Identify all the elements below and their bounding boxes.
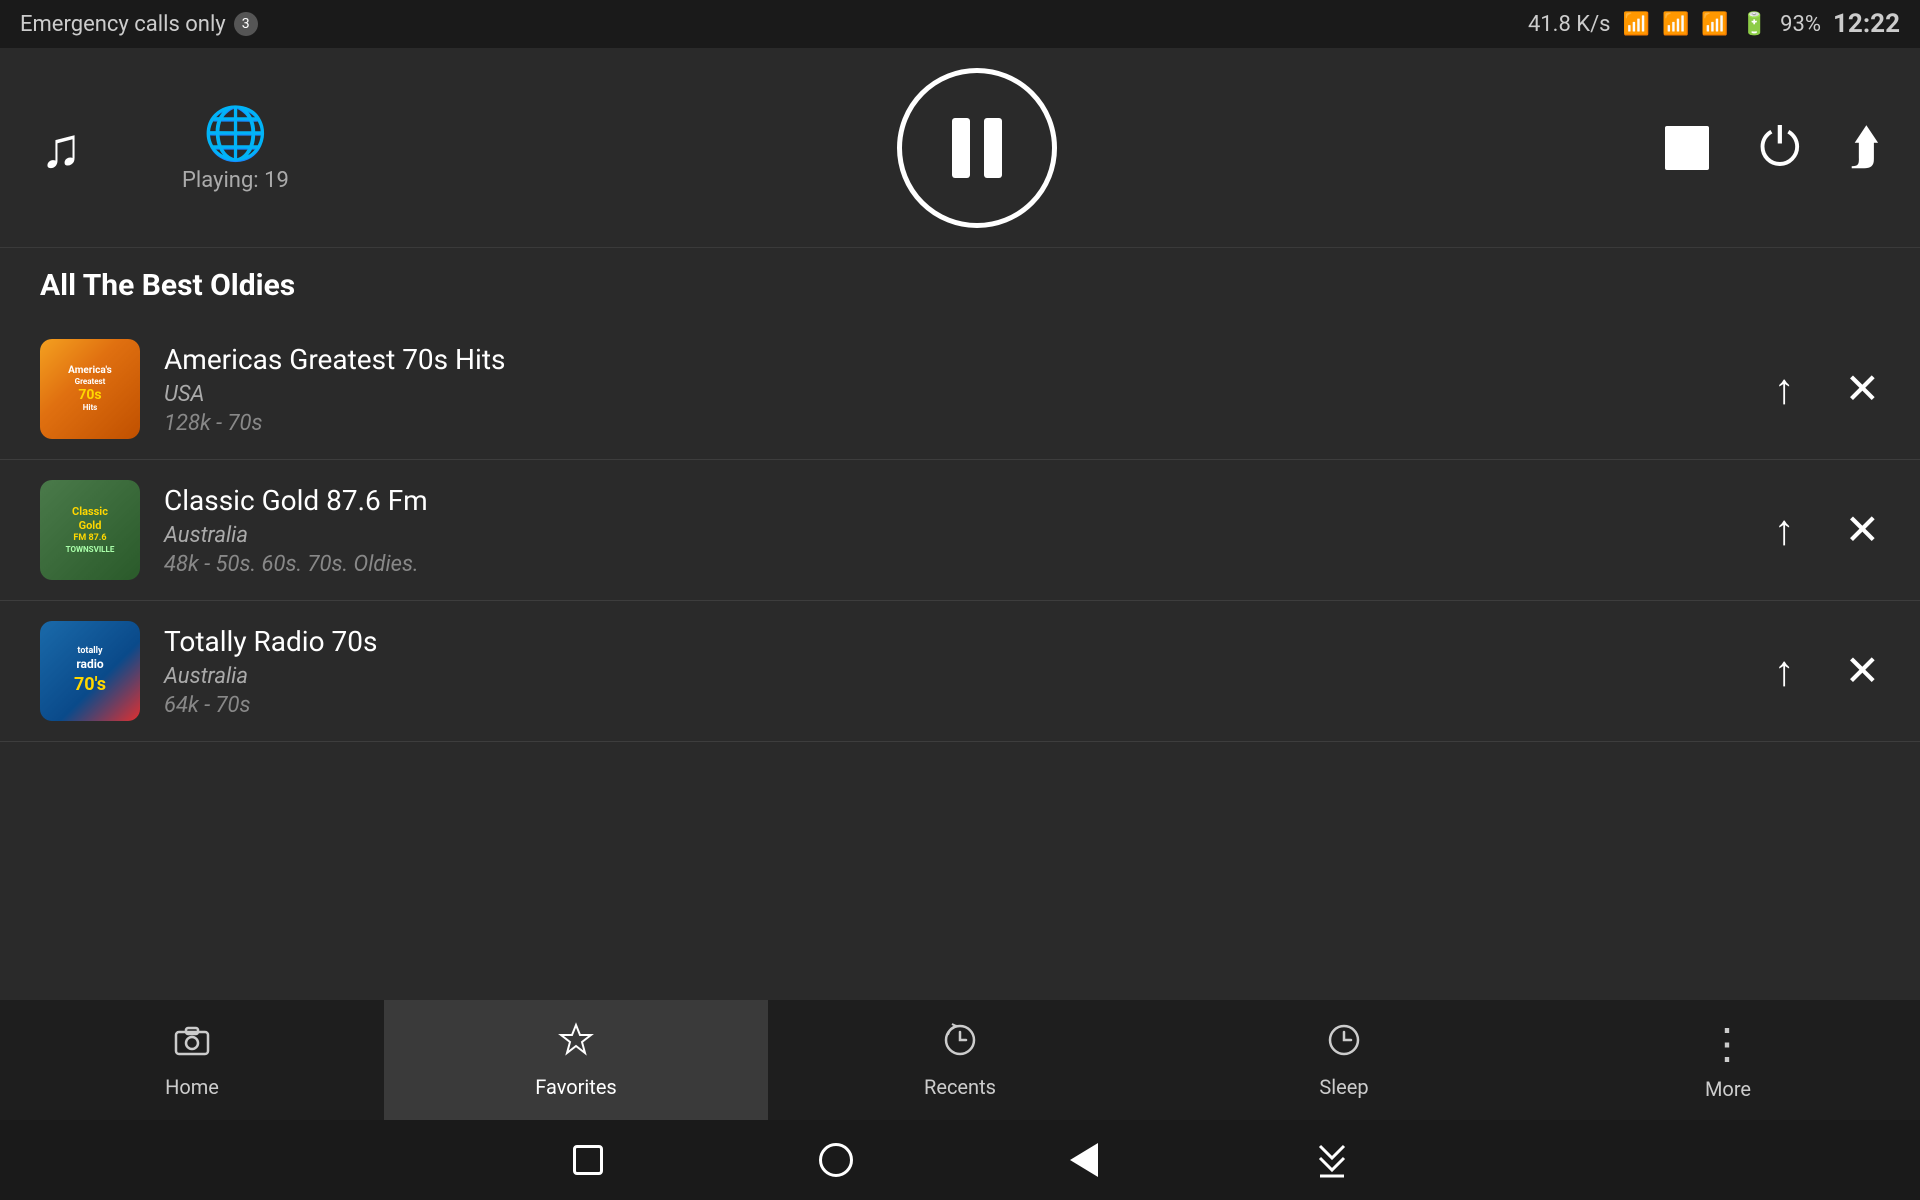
- sleep-icon: [1326, 1022, 1362, 1067]
- radio-item: America's Greatest 70s Hits Americas Gre…: [0, 319, 1920, 460]
- more-icon: ⋮: [1706, 1019, 1750, 1069]
- station-country-totally: Australia: [164, 664, 1750, 689]
- upload-button-classicgold[interactable]: ↑: [1774, 506, 1795, 555]
- battery-icon: 🔋: [1741, 12, 1768, 37]
- pause-bar-right: [984, 118, 1002, 178]
- station-country-classicgold: Australia: [164, 523, 1750, 548]
- sys-download-button[interactable]: [1308, 1136, 1356, 1184]
- station-name-americas: Americas Greatest 70s Hits: [164, 343, 1750, 376]
- recents-label: Recents: [924, 1075, 996, 1099]
- notification-badge: 3: [234, 12, 258, 36]
- section-title: All The Best Oldies: [0, 248, 1920, 319]
- bottom-nav: Home Favorites Recents Sleep: [0, 1000, 1920, 1120]
- station-name-totally: Totally Radio 70s: [164, 625, 1750, 658]
- player-left: ♫: [40, 115, 82, 181]
- sys-home-button[interactable]: [812, 1136, 860, 1184]
- nav-download-icon: [1312, 1140, 1352, 1180]
- power-button[interactable]: ⏻: [1759, 117, 1800, 179]
- globe-section: 🌐 Playing: 19: [122, 103, 289, 193]
- status-bar-right: 41.8 K/s 📶 📶 📶 🔋 93% 12:22: [1528, 9, 1900, 39]
- status-bar: Emergency calls only 3 41.8 K/s 📶 📶 📶 🔋 …: [0, 0, 1920, 48]
- remove-button-americas[interactable]: ✕: [1845, 364, 1880, 414]
- bluetooth-icon: 📶: [1623, 12, 1650, 37]
- stop-icon: [1665, 126, 1709, 170]
- nav-favorites[interactable]: Favorites: [384, 1000, 768, 1120]
- nav-circle-icon: [819, 1143, 853, 1177]
- more-label: More: [1705, 1077, 1751, 1101]
- globe-icon: 🌐: [203, 103, 268, 164]
- home-label: Home: [165, 1075, 219, 1099]
- station-logo-americas[interactable]: America's Greatest 70s Hits: [40, 339, 140, 439]
- pause-bar-left: [952, 118, 970, 178]
- radio-list: America's Greatest 70s Hits Americas Gre…: [0, 319, 1920, 742]
- nav-recents[interactable]: Recents: [768, 1000, 1152, 1120]
- music-icon: ♫: [40, 115, 82, 181]
- sleep-label: Sleep: [1319, 1075, 1368, 1099]
- nav-square-icon: [573, 1145, 603, 1175]
- pause-button[interactable]: [897, 68, 1057, 228]
- battery-text: 93%: [1780, 12, 1821, 37]
- recents-icon: [942, 1022, 978, 1067]
- station-actions-classicgold: ↑ ✕: [1774, 505, 1880, 555]
- pause-icon: [952, 118, 1002, 178]
- home-icon: [174, 1022, 210, 1067]
- station-country-americas: USA: [164, 382, 1750, 407]
- station-actions-totally: ↑ ✕: [1774, 646, 1880, 696]
- station-logo-totally[interactable]: totally radio 70's: [40, 621, 140, 721]
- station-info-americas: Americas Greatest 70s Hits USA 128k - 70…: [164, 343, 1750, 436]
- stop-button[interactable]: [1665, 126, 1709, 170]
- player-center[interactable]: [289, 68, 1665, 228]
- status-bar-left: Emergency calls only 3: [20, 12, 258, 37]
- station-logo-classicgold[interactable]: Classic Gold FM 87.6 TOWNSVILLE: [40, 480, 140, 580]
- system-nav-bar: [0, 1120, 1920, 1200]
- favorites-label: Favorites: [535, 1075, 617, 1099]
- signal-icon: 📶: [1662, 12, 1689, 37]
- favorites-icon: [558, 1022, 594, 1067]
- station-info-classicgold: Classic Gold 87.6 Fm Australia 48k - 50s…: [164, 484, 1750, 577]
- station-meta-totally: 64k - 70s: [164, 693, 1750, 718]
- sys-back-button[interactable]: [564, 1136, 612, 1184]
- remove-button-totally[interactable]: ✕: [1845, 646, 1880, 696]
- emergency-text: Emergency calls only: [20, 12, 226, 37]
- nav-home[interactable]: Home: [0, 1000, 384, 1120]
- player-right: ⏻ ⮭: [1665, 117, 1880, 179]
- share-button[interactable]: ⮭: [1850, 119, 1880, 177]
- station-meta-americas: 128k - 70s: [164, 411, 1750, 436]
- sys-overview-button[interactable]: [1060, 1136, 1108, 1184]
- station-meta-classicgold: 48k - 50s. 60s. 70s. Oldies.: [164, 552, 1750, 577]
- radio-item: totally radio 70's Totally Radio 70s Aus…: [0, 601, 1920, 742]
- nav-triangle-icon: [1070, 1143, 1098, 1177]
- upload-button-totally[interactable]: ↑: [1774, 647, 1795, 696]
- station-actions-americas: ↑ ✕: [1774, 364, 1880, 414]
- remove-button-classicgold[interactable]: ✕: [1845, 505, 1880, 555]
- time-display: 12:22: [1833, 9, 1900, 39]
- nav-more[interactable]: ⋮ More: [1536, 1000, 1920, 1120]
- radio-item: Classic Gold FM 87.6 TOWNSVILLE Classic …: [0, 460, 1920, 601]
- wifi-icon: 📶: [1701, 12, 1728, 37]
- speed-indicator: 41.8 K/s: [1528, 12, 1611, 37]
- station-name-classicgold: Classic Gold 87.6 Fm: [164, 484, 1750, 517]
- station-info-totally: Totally Radio 70s Australia 64k - 70s: [164, 625, 1750, 718]
- nav-sleep[interactable]: Sleep: [1152, 1000, 1536, 1120]
- playing-text: Playing: 19: [182, 168, 289, 193]
- player-bar: ♫ 🌐 Playing: 19 ⏻ ⮭: [0, 48, 1920, 248]
- upload-button-americas[interactable]: ↑: [1774, 365, 1795, 414]
